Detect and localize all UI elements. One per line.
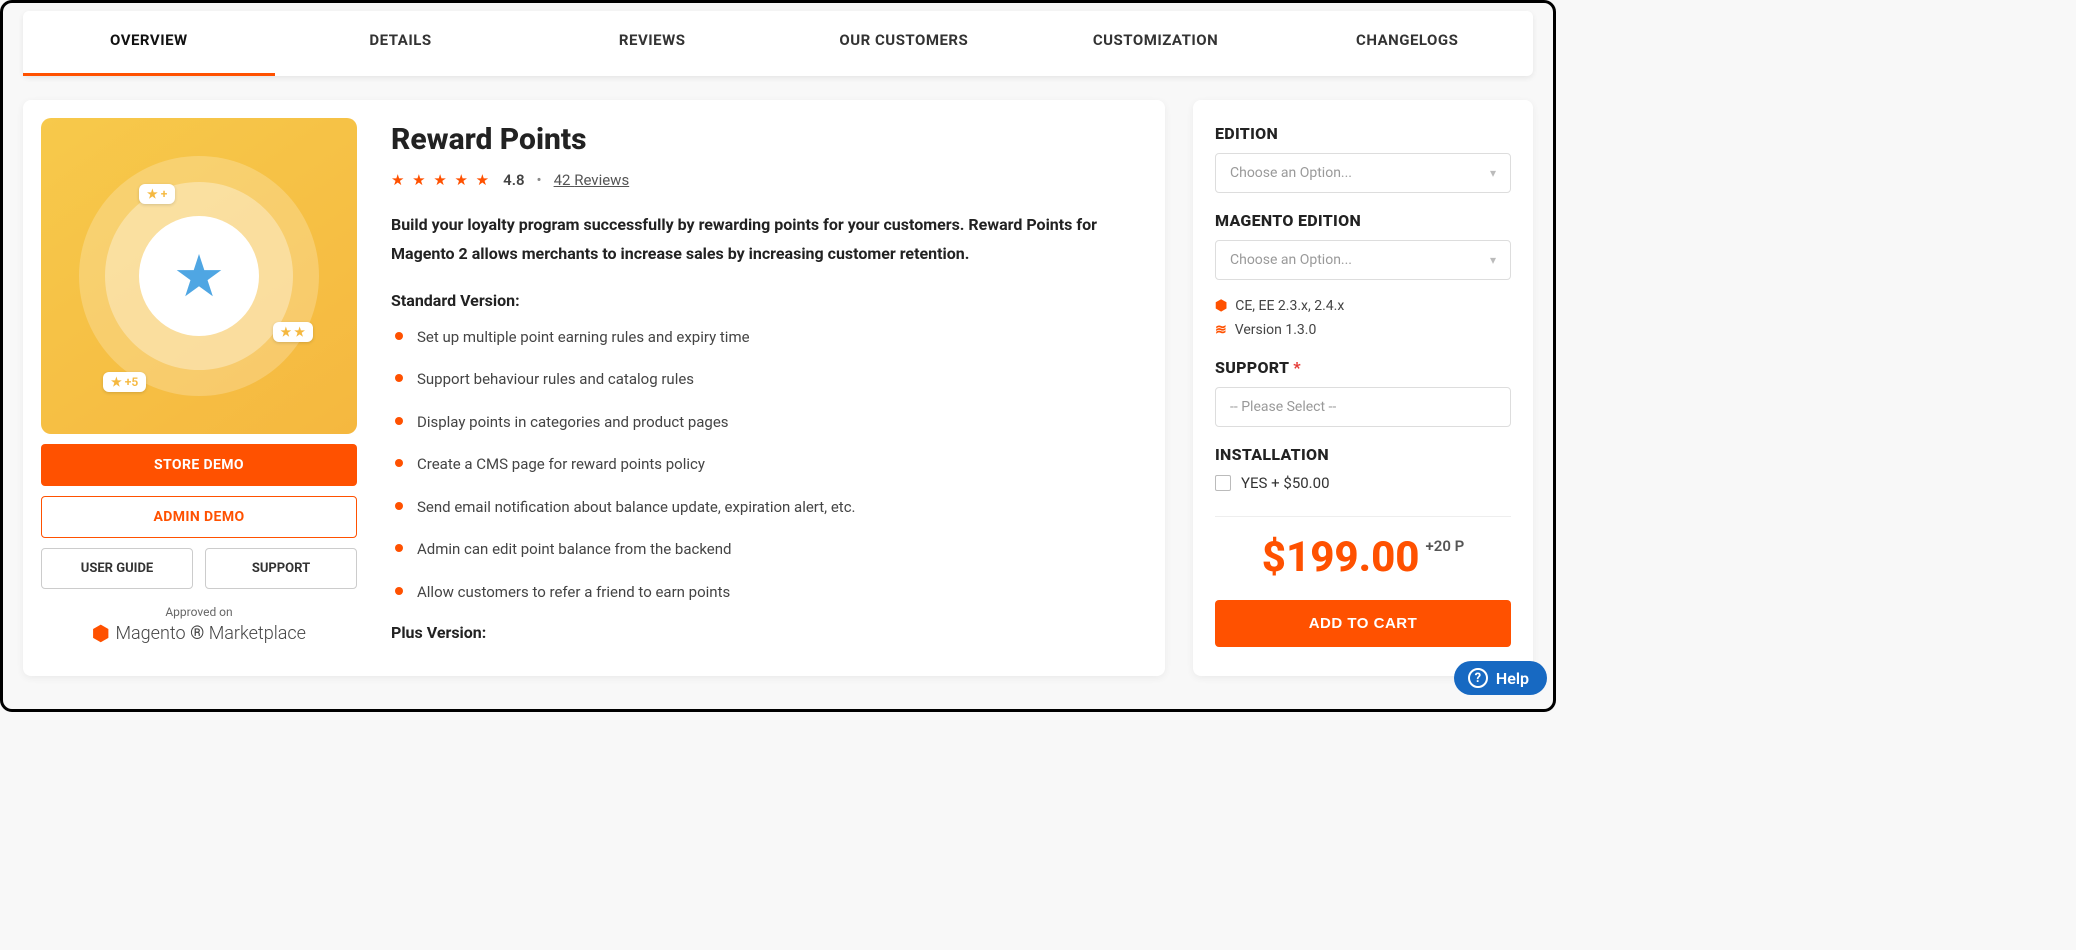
image-chip-right: ★ ★	[273, 322, 314, 342]
store-demo-button[interactable]: STORE DEMO	[41, 444, 357, 486]
installation-label: INSTALLATION	[1215, 445, 1511, 464]
feature-item: Support behaviour rules and catalog rule…	[391, 368, 1141, 391]
chevron-down-icon: ▾	[1490, 253, 1496, 267]
tabs-bar: OVERVIEW DETAILS REVIEWS OUR CUSTOMERS C…	[23, 11, 1533, 76]
standard-version-heading: Standard Version:	[391, 291, 1141, 310]
stars-icon: ★ ★ ★ ★ ★	[391, 171, 491, 189]
price-row: $199.00 +20 P	[1215, 533, 1511, 582]
image-chip-top: ★ +	[139, 184, 175, 204]
user-guide-button[interactable]: USER GUIDE	[41, 548, 193, 589]
star-icon: ★	[173, 242, 225, 311]
marketplace-text: Marketplace	[209, 623, 306, 644]
feature-item: Display points in categories and product…	[391, 411, 1141, 434]
divider	[1215, 516, 1511, 517]
edition-select[interactable]: Choose an Option... ▾	[1215, 153, 1511, 193]
installation-checkbox[interactable]	[1215, 475, 1231, 491]
magento-edition-select[interactable]: Choose an Option... ▾	[1215, 240, 1511, 280]
installation-option-text: YES + $50.00	[1241, 474, 1330, 492]
product-lead: Build your loyalty program successfully …	[391, 211, 1141, 269]
help-icon: ?	[1468, 668, 1488, 688]
product-details: Reward Points ★ ★ ★ ★ ★ 4.8 • 42 Reviews…	[391, 118, 1141, 658]
marketplace-brand: Magento	[115, 623, 185, 644]
magento-marketplace-logo: ⬢ Magento ® Marketplace	[41, 621, 357, 645]
support-button[interactable]: SUPPORT	[205, 548, 357, 589]
tab-changelogs[interactable]: CHANGELOGS	[1281, 11, 1533, 76]
version-line: ≋ Version 1.3.0	[1215, 322, 1511, 338]
approved-label: Approved on	[41, 605, 357, 619]
add-to-cart-button[interactable]: ADD TO CART	[1215, 600, 1511, 647]
product-card: ★ ★ + ★ ★ ★ +5 STORE DEMO ADMIN DEMO USE…	[23, 100, 1165, 676]
tab-overview[interactable]: OVERVIEW	[23, 11, 275, 76]
support-select[interactable]: -- Please Select --	[1215, 387, 1511, 427]
reviews-link[interactable]: 42 Reviews	[554, 171, 630, 189]
help-widget[interactable]: ? Help	[1454, 661, 1547, 695]
feature-item: Send email notification about balance up…	[391, 496, 1141, 519]
purchase-sidebar: EDITION Choose an Option... ▾ MAGENTO ED…	[1193, 100, 1533, 676]
image-chip-left: ★ +5	[103, 372, 146, 392]
feature-item: Set up multiple point earning rules and …	[391, 326, 1141, 349]
feature-item: Allow customers to refer a friend to ear…	[391, 581, 1141, 604]
tab-our-customers[interactable]: OUR CUSTOMERS	[778, 11, 1030, 76]
approved-on: Approved on ⬢ Magento ® Marketplace	[41, 605, 357, 645]
magento-edition-label: MAGENTO EDITION	[1215, 211, 1511, 230]
feature-list: Set up multiple point earning rules and …	[391, 326, 1141, 604]
price: $199.00	[1262, 533, 1420, 582]
magento-icon: ⬢	[1215, 298, 1227, 314]
layers-icon: ≋	[1215, 322, 1227, 338]
help-label: Help	[1496, 669, 1529, 688]
left-column: ★ ★ + ★ ★ ★ +5 STORE DEMO ADMIN DEMO USE…	[41, 118, 357, 658]
rating-value: 4.8	[503, 171, 524, 189]
product-image: ★ ★ + ★ ★ ★ +5	[41, 118, 357, 434]
edition-label: EDITION	[1215, 124, 1511, 143]
tab-details[interactable]: DETAILS	[275, 11, 527, 76]
tab-customization[interactable]: CUSTOMIZATION	[1030, 11, 1282, 76]
dot-separator: •	[537, 171, 542, 189]
bonus-points: +20 P	[1426, 537, 1465, 555]
support-label: SUPPORT *	[1215, 358, 1511, 377]
admin-demo-button[interactable]: ADMIN DEMO	[41, 496, 357, 538]
tab-reviews[interactable]: REVIEWS	[526, 11, 778, 76]
installation-option-row[interactable]: YES + $50.00	[1215, 474, 1511, 492]
chevron-down-icon: ▾	[1490, 166, 1496, 180]
rating-row: ★ ★ ★ ★ ★ 4.8 • 42 Reviews	[391, 171, 1141, 189]
magento-icon: ⬢	[92, 621, 109, 645]
feature-item: Admin can edit point balance from the ba…	[391, 538, 1141, 561]
plus-version-heading: Plus Version:	[391, 623, 1141, 642]
compatibility-line: ⬢ CE, EE 2.3.x, 2.4.x	[1215, 298, 1511, 314]
product-title: Reward Points	[391, 122, 1141, 157]
feature-item: Create a CMS page for reward points poli…	[391, 453, 1141, 476]
